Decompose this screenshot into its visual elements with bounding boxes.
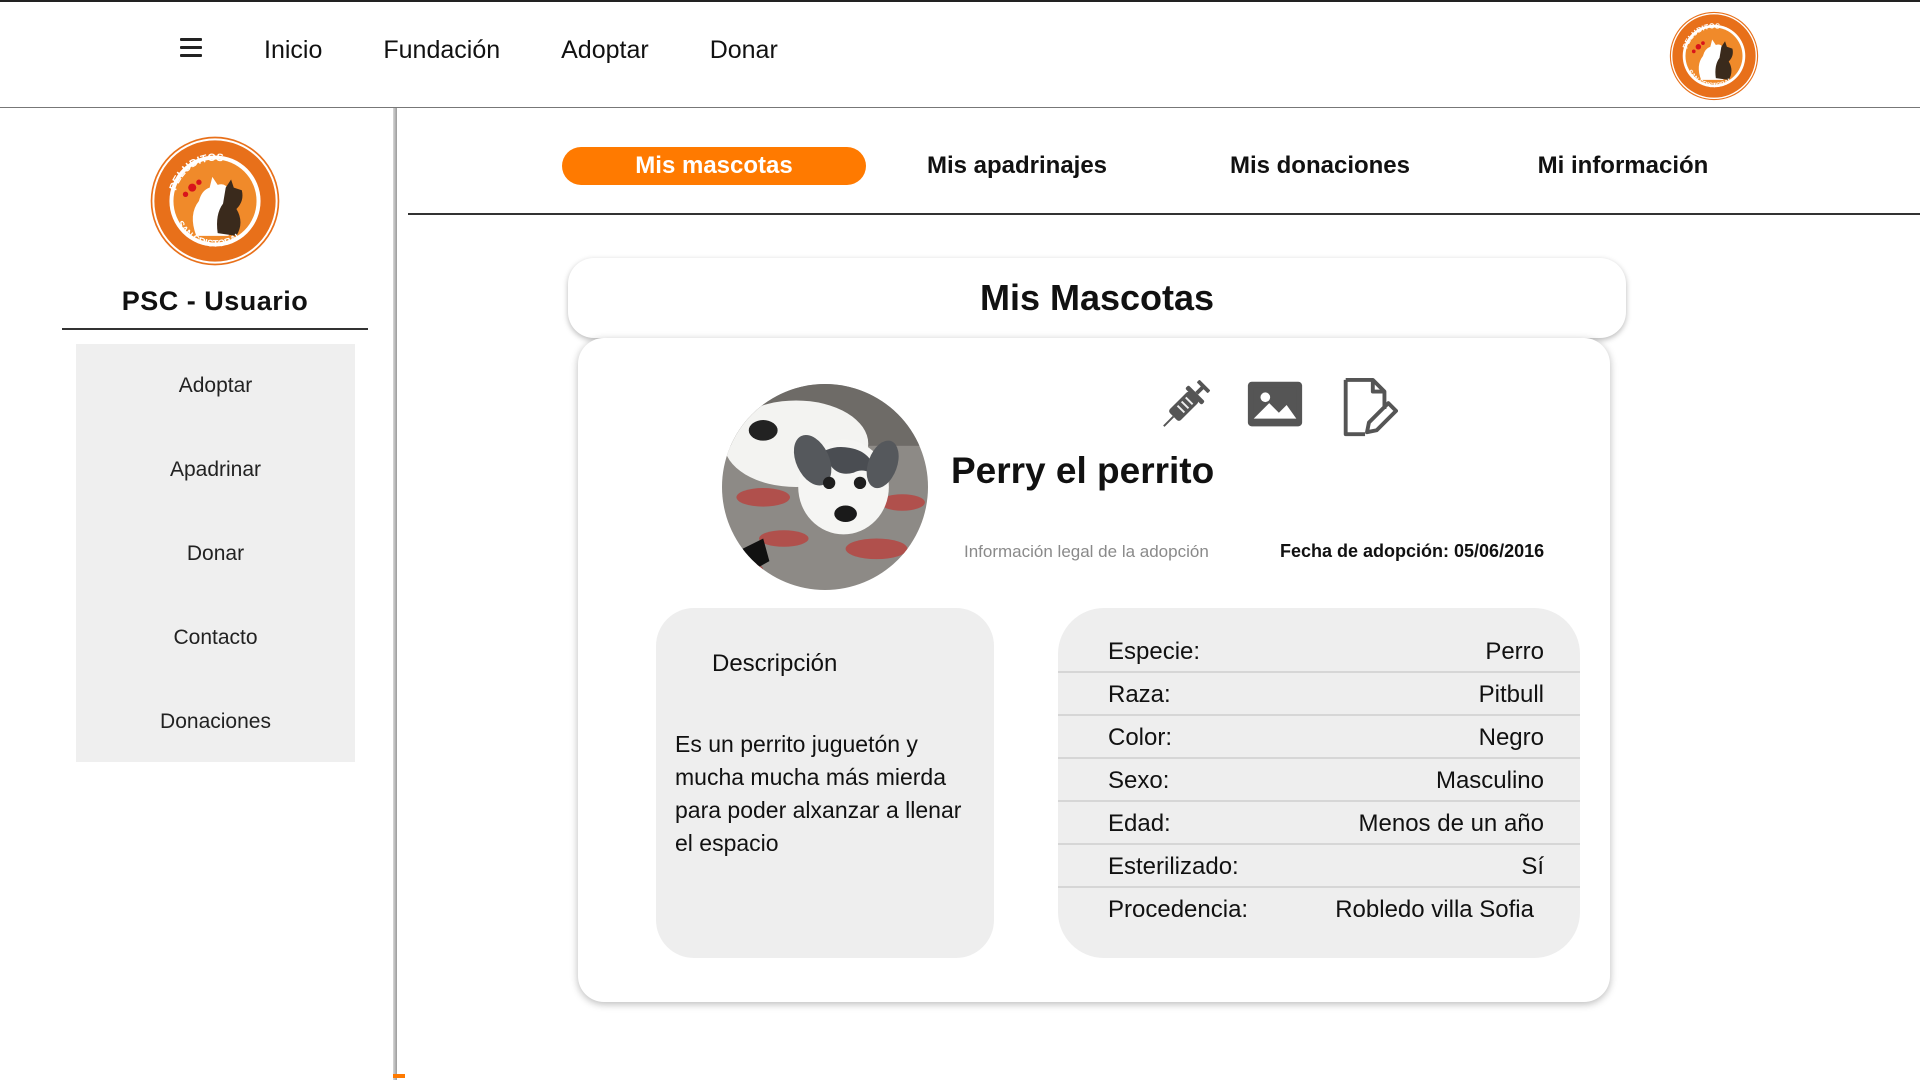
attribute-label: Raza:	[1108, 681, 1171, 708]
page-title: Mis Mascotas	[979, 277, 1215, 318]
attribute-value: Robledo villa Sofia	[1335, 896, 1534, 923]
tab-mi-informacion[interactable]: Mi información	[1471, 147, 1775, 185]
page-title-card: Mis Mascotas	[568, 258, 1626, 338]
attribute-label: Procedencia:	[1108, 896, 1249, 923]
sidebar-title: PSC - Usuario	[121, 286, 309, 316]
attribute-label: Especie:	[1108, 638, 1201, 665]
sidebar-item-apadrinar[interactable]: Apadrinar	[76, 428, 355, 512]
tabs-divider	[408, 213, 1920, 215]
sidebar-item-adoptar[interactable]: Adoptar	[76, 344, 355, 428]
attribute-row: Raza: Pitbull	[1058, 673, 1580, 716]
description-text: Es un perrito juguetón y mucha mucha más…	[675, 731, 962, 856]
sidebar-item-donaciones[interactable]: Donaciones	[76, 680, 355, 764]
nav-donar[interactable]: Donar	[710, 36, 778, 65]
attributes-panel: Especie: Perro Raza: Pitbull Color: Negr…	[1058, 608, 1580, 958]
pet-name: Perry el perrito	[951, 450, 1215, 491]
image-icon[interactable]	[1244, 374, 1306, 436]
tab-mis-apadrinajes[interactable]: Mis apadrinajes	[865, 147, 1169, 185]
top-nav: Inicio Fundación Adoptar Donar	[264, 36, 839, 65]
attribute-row: Edad: Menos de un año	[1058, 802, 1580, 845]
syringe-icon[interactable]	[1152, 376, 1214, 438]
nav-fundacion[interactable]: Fundación	[383, 36, 500, 65]
pet-card: Perry el perrito Información legal de la…	[578, 338, 1610, 1002]
attribute-label: Color:	[1108, 724, 1173, 751]
top-navigation-bar: Inicio Fundación Adoptar Donar PELUDITOS…	[0, 0, 1920, 108]
sidebar-item-contacto[interactable]: Contacto	[76, 596, 355, 680]
attribute-value: Masculino	[1435, 767, 1544, 794]
adoption-date: Fecha de adopción: 05/06/2016	[1280, 541, 1545, 561]
attribute-row: Color: Negro	[1058, 716, 1580, 759]
sidebar-item-donar[interactable]: Donar	[76, 512, 355, 596]
sidebar-logo: PELUDITOS SAN CRISTOBAL	[150, 136, 280, 266]
attribute-row: Especie: Perro	[1058, 630, 1580, 673]
attribute-value: Pitbull	[1478, 681, 1544, 708]
description-panel: Descripción Es un perrito juguetón y muc…	[656, 608, 994, 958]
menu-icon[interactable]	[180, 38, 202, 60]
nav-inicio[interactable]: Inicio	[264, 36, 322, 65]
attribute-row: Sexo: Masculino	[1058, 759, 1580, 802]
attribute-value: Sí	[1521, 853, 1544, 880]
edit-document-icon[interactable]	[1336, 376, 1398, 438]
attribute-row: Procedencia: Robledo villa Sofia	[1058, 888, 1580, 931]
sidebar-menu: Adoptar Apadrinar Donar Contacto Donacio…	[76, 344, 355, 762]
tab-mis-mascotas[interactable]: Mis mascotas	[562, 147, 866, 185]
attribute-value: Menos de un año	[1358, 810, 1544, 837]
attribute-label: Sexo:	[1108, 767, 1170, 794]
nav-adoptar[interactable]: Adoptar	[561, 36, 649, 65]
tab-mis-donaciones[interactable]: Mis donaciones	[1168, 147, 1472, 185]
attribute-label: Esterilizado:	[1108, 853, 1239, 880]
attribute-value: Negro	[1478, 724, 1544, 751]
attribute-label: Edad:	[1108, 810, 1171, 837]
description-title: Descripción	[712, 650, 838, 677]
sidebar-title-divider	[62, 328, 368, 330]
legal-info-link[interactable]: Información legal de la adopción	[964, 542, 1209, 562]
sidebar-divider	[393, 108, 397, 1080]
pet-photo[interactable]	[722, 384, 928, 590]
divider-accent	[393, 1074, 405, 1078]
attribute-row: Esterilizado: Sí	[1058, 845, 1580, 888]
profile-tabs: Mis mascotas Mis apadrinajes Mis donacio…	[562, 147, 1802, 185]
attribute-value: Perro	[1485, 638, 1544, 665]
foundation-logo[interactable]: PELUDITOS SAN CRISTOBAL	[1668, 10, 1760, 102]
